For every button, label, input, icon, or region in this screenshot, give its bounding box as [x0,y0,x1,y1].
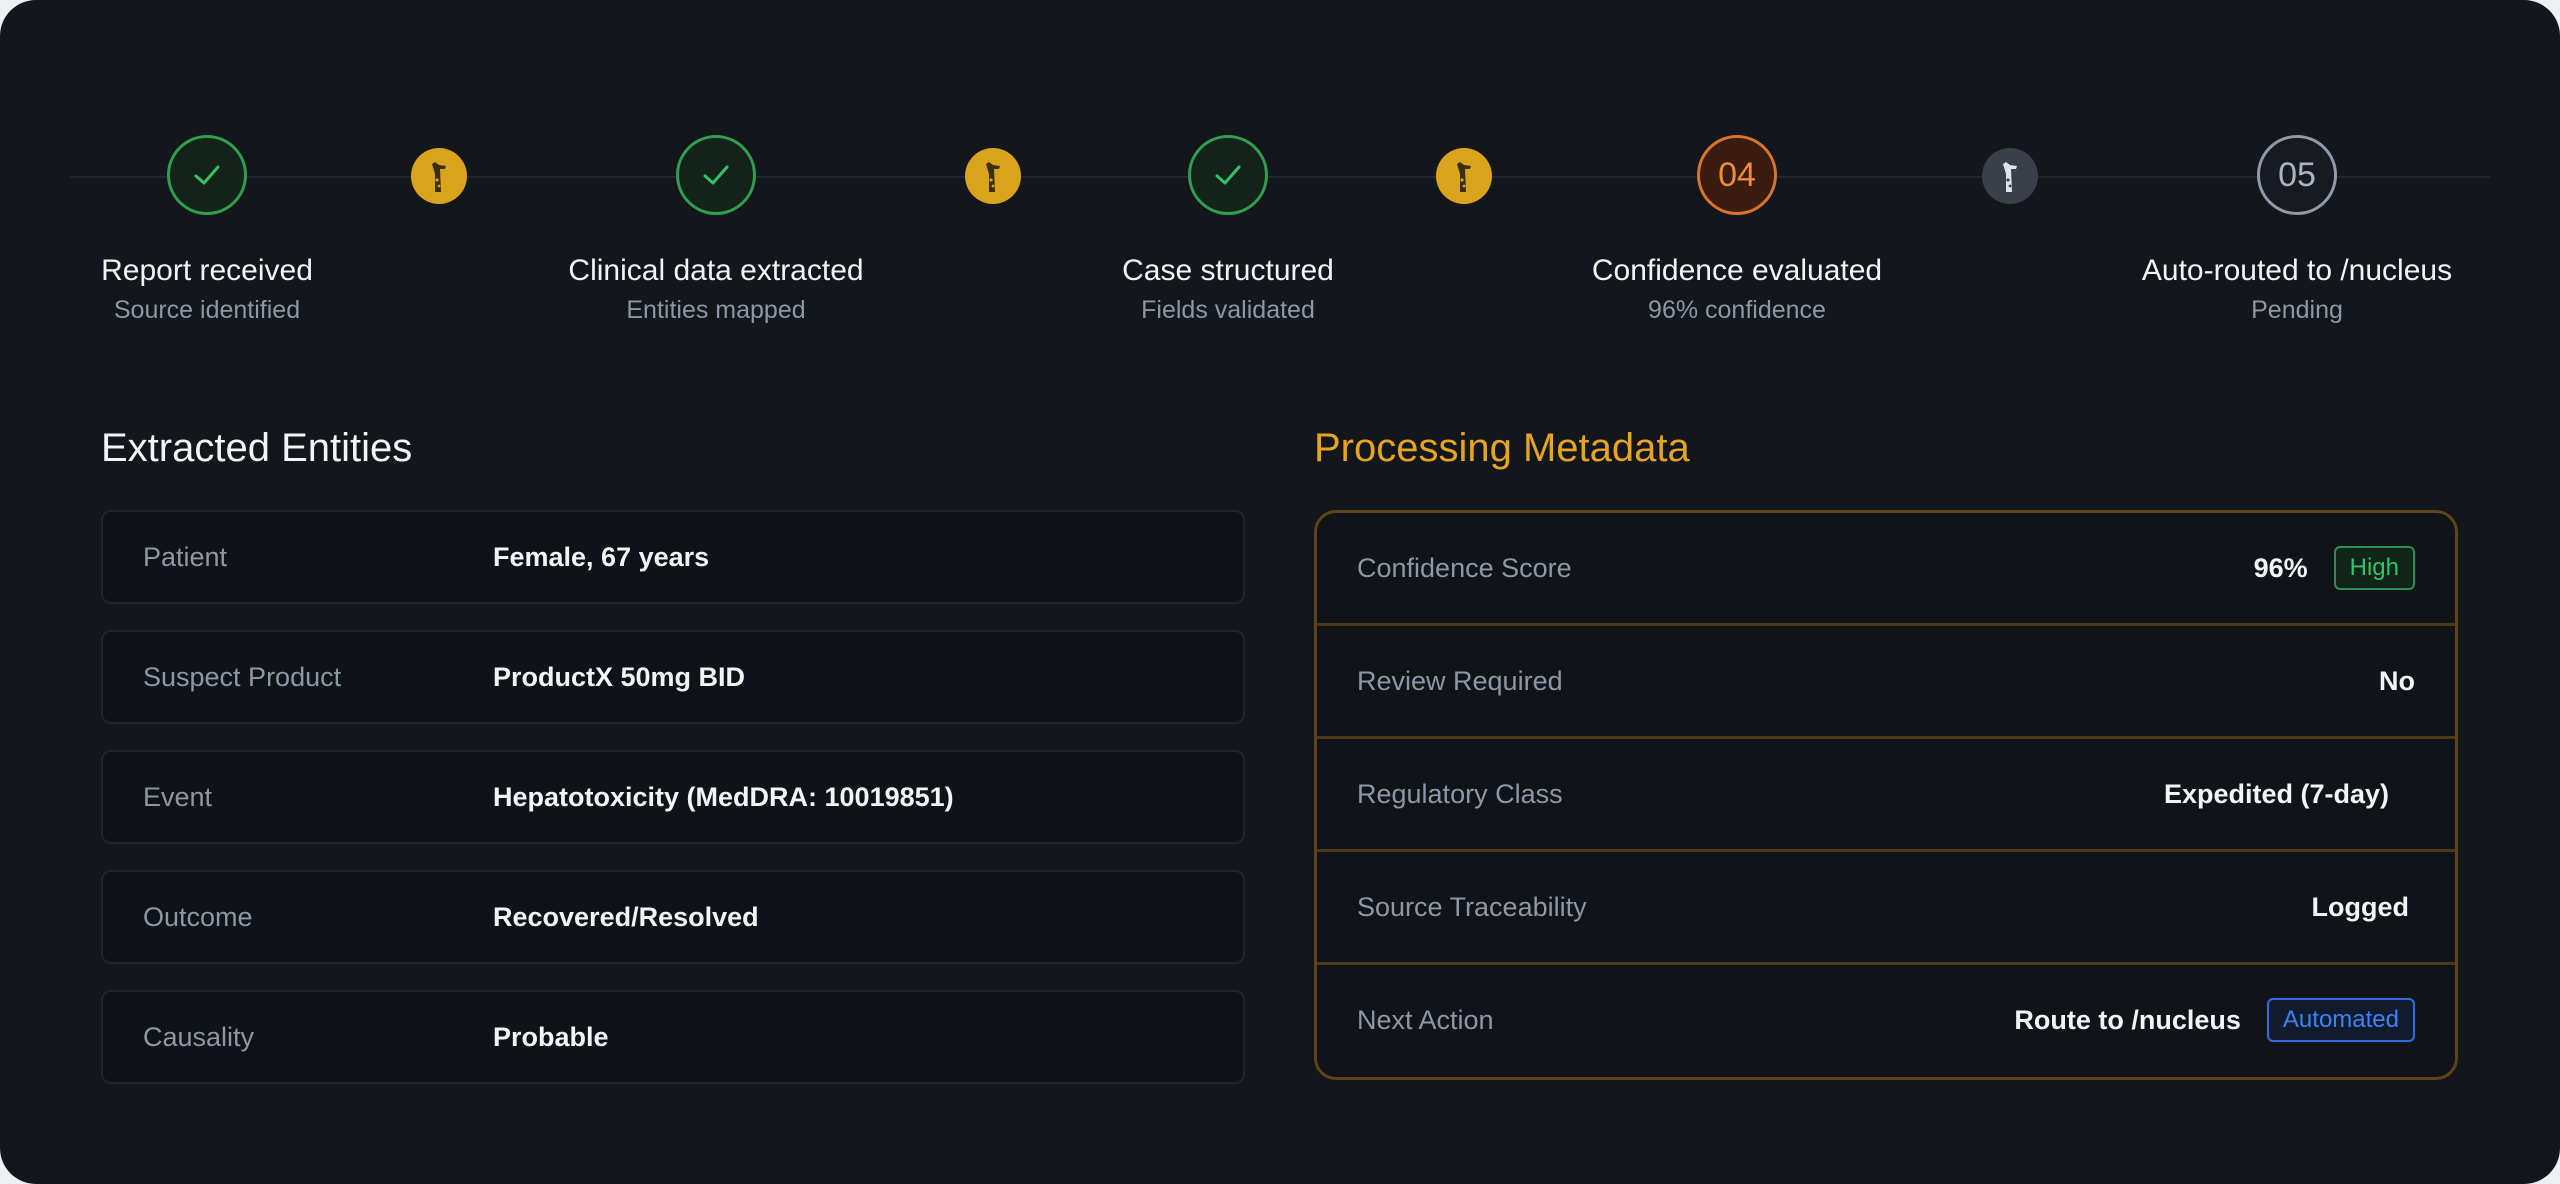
step-1-complete-icon [167,135,247,215]
giraffe-icon [965,148,1021,204]
processing-metadata-title: Processing Metadata [1314,426,1690,470]
entity-row-patient: Patient Female, 67 years [101,510,1245,604]
meta-label: Confidence Score [1357,553,1572,583]
review-required-value: No [2379,665,2415,696]
step-4: Confidence evaluated 96% confidence [1507,253,1967,325]
confidence-score-value: 96% [2253,552,2308,583]
entity-label: Patient [143,542,228,572]
entity-value: Hepatotoxicity (MedDRA: 10019851) [493,782,954,812]
step-title: Report received [101,254,313,287]
extracted-entities-title: Extracted Entities [101,426,413,470]
confidence-status-badge: High [2333,546,2415,590]
step-subtitle: 96% confidence [1648,296,1826,324]
entity-row-suspect-product: Suspect Product ProductX 50mg BID [101,630,1245,724]
step-subtitle: Entities mapped [626,296,806,324]
entity-label: Event [143,782,213,812]
entity-row-outcome: Outcome Recovered/Resolved [101,870,1245,964]
step-title: Confidence evaluated [1591,254,1883,287]
step-3-complete-icon [1188,135,1268,215]
meta-label: Review Required [1357,666,1563,696]
meta-row-source-traceability: Source Traceability Logged [1317,852,2455,965]
step-subtitle: Pending [2251,296,2343,324]
entity-row-event: Event Hepatotoxicity (MedDRA: 10019851) [101,750,1245,844]
step-number: 04 [1718,155,1756,194]
case-processing-card: Report received Source identified Clinic… [0,0,2560,1184]
step-2-complete-icon [676,135,756,215]
step-title: Clinical data extracted [568,254,864,287]
automated-badge: Automated [2266,998,2415,1042]
step-5: Auto-routed to /nucleus Pending [2067,253,2527,325]
meta-row-next-action: Next Action Route to /nucleus Automated [1317,965,2455,1077]
step-title: Auto-routed to /nucleus [2141,254,2453,287]
step-1: Report received Source identified [0,253,437,325]
giraffe-icon [411,148,467,204]
regulatory-class-value: Expedited (7-day) [2163,778,2389,809]
entity-row-causality: Causality Probable [101,990,1245,1084]
meta-row-regulatory-class: Regulatory Class Expedited (7-day) [1317,739,2455,852]
meta-label: Next Action [1357,1005,1494,1035]
entity-value: Probable [493,1022,609,1052]
step-subtitle: Source identified [113,296,301,324]
step-4-number-badge: 04 [1697,135,1777,215]
entity-value: Female, 67 years [493,542,710,572]
source-traceability-value: Logged [2311,891,2409,922]
entity-value: ProductX 50mg BID [493,662,746,692]
meta-label: Source Traceability [1357,892,1587,922]
meta-label: Regulatory Class [1357,779,1563,809]
meta-row-review-required: Review Required No [1317,626,2455,739]
giraffe-icon [1982,148,2038,204]
next-action-value: Route to /nucleus [2014,1004,2241,1035]
step-3: Case structured Fields validated [998,253,1458,325]
meta-row-confidence-score: Confidence Score 96% High [1317,513,2455,626]
entity-label: Suspect Product [143,662,342,692]
step-subtitle: Fields validated [1141,296,1315,324]
giraffe-icon [1436,148,1492,204]
processing-metadata-panel: Confidence Score 96% High Review Require… [1314,510,2458,1080]
entity-label: Causality [143,1022,255,1052]
entity-value: Recovered/Resolved [493,902,759,932]
step-2: Clinical data extracted Entities mapped [486,253,946,325]
step-5-number-badge: 05 [2257,135,2337,215]
step-number: 05 [2278,155,2316,194]
entity-label: Outcome [143,902,253,932]
step-title: Case structured [1122,254,1334,287]
